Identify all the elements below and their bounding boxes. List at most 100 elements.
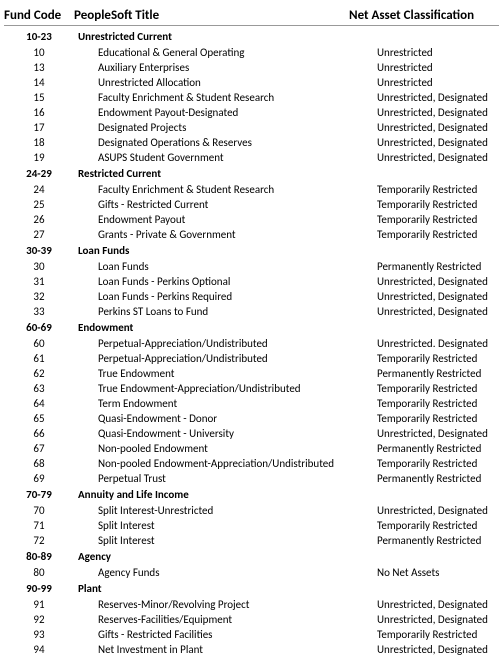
cell-peoplesoft-title: Faculty Enrichment & Student Research [74,91,373,104]
cell-fund-code: 65 [4,412,74,425]
cell-peoplesoft-title: Grants - Private & Government [74,228,373,241]
table-row: 19ASUPS Student GovernmentUnrestricted, … [4,150,499,165]
table-row: 15Faculty Enrichment & Student ResearchU… [4,90,499,105]
table-row: 60Perpetual-Appreciation/UndistributedUn… [4,336,499,351]
cell-net-asset-class: Temporarily Restricted [373,213,503,226]
table-row: 68Non-pooled Endowment-Appreciation/Undi… [4,456,499,471]
cell-fund-code: 33 [4,305,74,318]
cell-fund-code: 60 [4,337,74,350]
cell-net-asset-class: Unrestricted, Designated [373,106,503,119]
cell-net-asset-class: Unrestricted. Designated [373,337,503,350]
table-row: 18Designated Operations & ReservesUnrest… [4,135,499,150]
cell-peoplesoft-title: Gifts - Restricted Facilities [74,628,373,641]
section-header: 90-99Plant [4,580,499,597]
cell-peoplesoft-title: Unrestricted Allocation [74,76,373,89]
cell-fund-code: 24 [4,183,74,196]
table-row: 25Gifts - Restricted CurrentTemporarily … [4,197,499,212]
header-fund-code: Fund Code [4,8,74,23]
cell-net-asset-class: Unrestricted, Designated [373,151,503,164]
table-row: 61Perpetual-Appreciation/UndistributedTe… [4,351,499,366]
section-range: 90-99 [4,582,74,595]
cell-fund-code: 18 [4,136,74,149]
cell-peoplesoft-title: Loan Funds - Perkins Optional [74,275,373,288]
cell-fund-code: 67 [4,442,74,455]
table-row: 80Agency FundsNo Net Assets [4,565,499,580]
cell-fund-code: 80 [4,566,74,579]
cell-fund-code: 62 [4,367,74,380]
cell-peoplesoft-title: True Endowment [74,367,373,380]
section-label: Agency [74,550,353,563]
cell-net-asset-class: Permanently Restricted [373,367,503,380]
header-peoplesoft-title: PeopleSoft Title [74,8,349,23]
table-row: 69Perpetual TrustPermanently Restricted [4,471,499,486]
cell-peoplesoft-title: Reserves-Facilities/Equipment [74,613,373,626]
table-row: 92Reserves-Facilities/EquipmentUnrestric… [4,612,499,627]
cell-peoplesoft-title: Endowment Payout [74,213,373,226]
table-row: 17Designated ProjectsUnrestricted, Desig… [4,120,499,135]
cell-net-asset-class: Temporarily Restricted [373,198,503,211]
cell-peoplesoft-title: Designated Projects [74,121,373,134]
cell-fund-code: 69 [4,472,74,485]
cell-peoplesoft-title: Quasi-Endowment - University [74,427,373,440]
section-label: Annuity and Life Income [74,488,353,501]
section-header: 30-39Loan Funds [4,242,499,259]
cell-fund-code: 91 [4,598,74,611]
cell-peoplesoft-title: Perpetual-Appreciation/Undistributed [74,352,373,365]
section-label: Loan Funds [74,244,353,257]
table-row: 66Quasi-Endowment - UniversityUnrestrict… [4,426,499,441]
table-row: 63True Endowment-Appreciation/Undistribu… [4,381,499,396]
cell-fund-code: 27 [4,228,74,241]
cell-peoplesoft-title: Net Investment in Plant [74,643,373,656]
section-class-empty [353,167,501,180]
cell-peoplesoft-title: Split Interest [74,519,373,532]
cell-fund-code: 66 [4,427,74,440]
cell-peoplesoft-title: Perkins ST Loans to Fund [74,305,373,318]
cell-net-asset-class: Unrestricted [373,61,503,74]
cell-fund-code: 15 [4,91,74,104]
cell-net-asset-class: Permanently Restricted [373,260,503,273]
cell-net-asset-class: Unrestricted, Designated [373,305,503,318]
cell-peoplesoft-title: Split Interest [74,534,373,547]
section-label: Unrestricted Current [74,30,353,43]
section-header: 70-79Annuity and Life Income [4,486,499,503]
cell-net-asset-class: Temporarily Restricted [373,412,503,425]
cell-net-asset-class: Permanently Restricted [373,534,503,547]
section-header: 24-29Restricted Current [4,165,499,182]
cell-net-asset-class: Temporarily Restricted [373,457,503,470]
table-row: 33Perkins ST Loans to FundUnrestricted, … [4,304,499,319]
table-row: 65Quasi-Endowment - DonorTemporarily Res… [4,411,499,426]
cell-fund-code: 16 [4,106,74,119]
cell-peoplesoft-title: Faculty Enrichment & Student Research [74,183,373,196]
section-class-empty [353,244,501,257]
table-row: 91Reserves-Minor/Revolving ProjectUnrest… [4,597,499,612]
cell-fund-code: 10 [4,46,74,59]
table-row: 26Endowment PayoutTemporarily Restricted [4,212,499,227]
section-header: 10-23Unrestricted Current [4,28,499,45]
section-range: 70-79 [4,488,74,501]
cell-fund-code: 31 [4,275,74,288]
table-body: 10-23Unrestricted Current10Educational &… [4,28,499,657]
table-row: 67Non-pooled EndowmentPermanently Restri… [4,441,499,456]
header-net-asset-class: Net Asset Classification [349,8,497,23]
cell-fund-code: 63 [4,382,74,395]
cell-net-asset-class: Temporarily Restricted [373,228,503,241]
cell-net-asset-class: Unrestricted, Designated [373,613,503,626]
cell-net-asset-class: Temporarily Restricted [373,382,503,395]
section-label: Restricted Current [74,167,353,180]
cell-peoplesoft-title: Gifts - Restricted Current [74,198,373,211]
cell-fund-code: 13 [4,61,74,74]
cell-net-asset-class: Unrestricted [373,76,503,89]
table-row: 30Loan FundsPermanently Restricted [4,259,499,274]
table-row: 71Split InterestTemporarily Restricted [4,518,499,533]
section-label: Plant [74,582,353,595]
cell-fund-code: 93 [4,628,74,641]
cell-net-asset-class: Temporarily Restricted [373,519,503,532]
cell-peoplesoft-title: Endowment Payout-Designated [74,106,373,119]
section-header: 80-89Agency [4,548,499,565]
table-row: 94Net Investment in PlantUnrestricted, D… [4,642,499,657]
cell-net-asset-class: Temporarily Restricted [373,628,503,641]
cell-net-asset-class: Unrestricted, Designated [373,136,503,149]
cell-net-asset-class: Unrestricted, Designated [373,427,503,440]
cell-net-asset-class: Temporarily Restricted [373,397,503,410]
cell-fund-code: 19 [4,151,74,164]
